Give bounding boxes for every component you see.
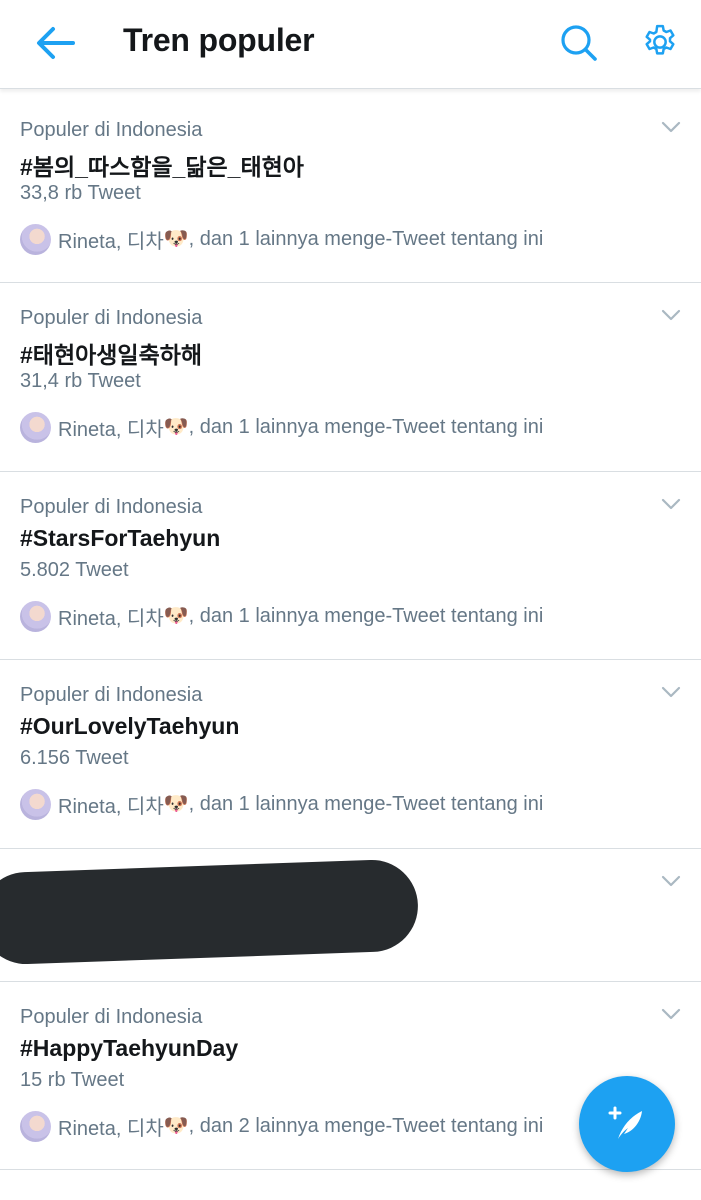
arrow-left-icon <box>37 27 75 59</box>
trends-screen: Tren populer Populer di Indonesia #봄의_따스… <box>0 0 701 1200</box>
trend-name: #봄의_따스함을_닮은_태현아 <box>20 154 304 180</box>
social-suffix: , dan 1 lainnya menge-Tweet tentang ini <box>188 415 544 438</box>
page-title: Tren populer <box>123 22 315 58</box>
social-names: Rineta, 디차 <box>58 607 164 630</box>
trend-social-proof: Rineta, 디차 🐶 , dan 1 lainnya menge-Tweet… <box>20 223 543 255</box>
trend-name: #StarsForTaehyun <box>20 525 221 551</box>
dog-emoji-icon: 🐶 <box>163 793 189 815</box>
gear-icon <box>645 24 675 55</box>
trend-tweet-count: 15 rb Tweet <box>20 1069 125 1091</box>
trend-context: Populer di Indonesia <box>20 307 203 329</box>
avatar <box>20 223 51 255</box>
trend-social-proof: Rineta, 디차 🐶 , dan 1 lainnya menge-Tweet… <box>20 600 543 632</box>
trend-item-redacted[interactable] <box>0 849 701 982</box>
social-suffix: , dan 1 lainnya menge-Tweet tentang ini <box>188 604 544 627</box>
avatar <box>20 1110 51 1142</box>
settings-button[interactable] <box>636 18 684 66</box>
trend-name: #HappyTaehyunDay <box>20 1035 239 1061</box>
social-suffix: , dan 1 lainnya menge-Tweet tentang ini <box>188 792 544 815</box>
dog-emoji-icon: 🐶 <box>163 605 189 627</box>
trends-list: Populer di Indonesia #봄의_따스함을_닮은_태현아 33,… <box>0 95 701 1170</box>
trend-item[interactable]: Populer di Indonesia #태현아생일축하해 31,4 rb T… <box>0 283 701 472</box>
chevron-down-icon[interactable] <box>659 119 683 135</box>
social-names: Rineta, 디차 <box>58 795 164 818</box>
search-icon <box>561 25 597 61</box>
trend-social-proof: Rineta, 디차 🐶 , dan 1 lainnya menge-Tweet… <box>20 788 543 820</box>
trend-tweet-count: 33,8 rb Tweet <box>20 182 141 204</box>
trend-context: Populer di Indonesia <box>20 119 203 141</box>
dog-emoji-icon: 🐶 <box>163 416 189 438</box>
dog-emoji-icon: 🐶 <box>163 1115 189 1137</box>
compose-tweet-button[interactable] <box>579 1076 675 1172</box>
back-button[interactable] <box>30 20 80 66</box>
trend-context: Populer di Indonesia <box>20 496 203 518</box>
chevron-down-icon[interactable] <box>659 873 683 889</box>
social-suffix: , dan 1 lainnya menge-Tweet tentang ini <box>188 227 544 250</box>
trend-social-proof: Rineta, 디차 🐶 , dan 2 lainnya menge-Tweet… <box>20 1110 543 1142</box>
trend-context: Populer di Indonesia <box>20 684 203 706</box>
social-suffix: , dan 2 lainnya menge-Tweet tentang ini <box>188 1114 544 1137</box>
trend-item[interactable]: Populer di Indonesia #StarsForTaehyun 5.… <box>0 472 701 660</box>
social-names: Rineta, 디차 <box>58 230 164 253</box>
avatar <box>20 788 51 820</box>
compose-tweet-icon <box>608 1106 642 1139</box>
redaction-mark <box>0 858 420 966</box>
trend-name: #태현아생일축하해 <box>20 342 203 368</box>
avatar <box>20 411 51 443</box>
trend-social-proof: Rineta, 디차 🐶 , dan 1 lainnya menge-Tweet… <box>20 411 543 443</box>
dog-emoji-icon: 🐶 <box>163 228 189 250</box>
trend-item[interactable]: Populer di Indonesia #봄의_따스함을_닮은_태현아 33,… <box>0 95 701 283</box>
trend-tweet-count: 6.156 Tweet <box>20 747 129 769</box>
social-names: Rineta, 디차 <box>58 1117 164 1140</box>
chevron-down-icon[interactable] <box>659 684 683 700</box>
top-app-bar: Tren populer <box>0 0 701 89</box>
avatar <box>20 600 51 632</box>
search-button[interactable] <box>556 20 602 66</box>
chevron-down-icon[interactable] <box>659 1006 683 1022</box>
chevron-down-icon[interactable] <box>659 496 683 512</box>
chevron-down-icon[interactable] <box>659 307 683 323</box>
social-names: Rineta, 디차 <box>58 418 164 441</box>
trend-context: Populer di Indonesia <box>20 1006 203 1028</box>
trend-tweet-count: 5.802 Tweet <box>20 559 129 581</box>
trend-name: #OurLovelyTaehyun <box>20 713 240 739</box>
trend-item[interactable]: Populer di Indonesia #OurLovelyTaehyun 6… <box>0 660 701 849</box>
trend-tweet-count: 31,4 rb Tweet <box>20 370 141 392</box>
